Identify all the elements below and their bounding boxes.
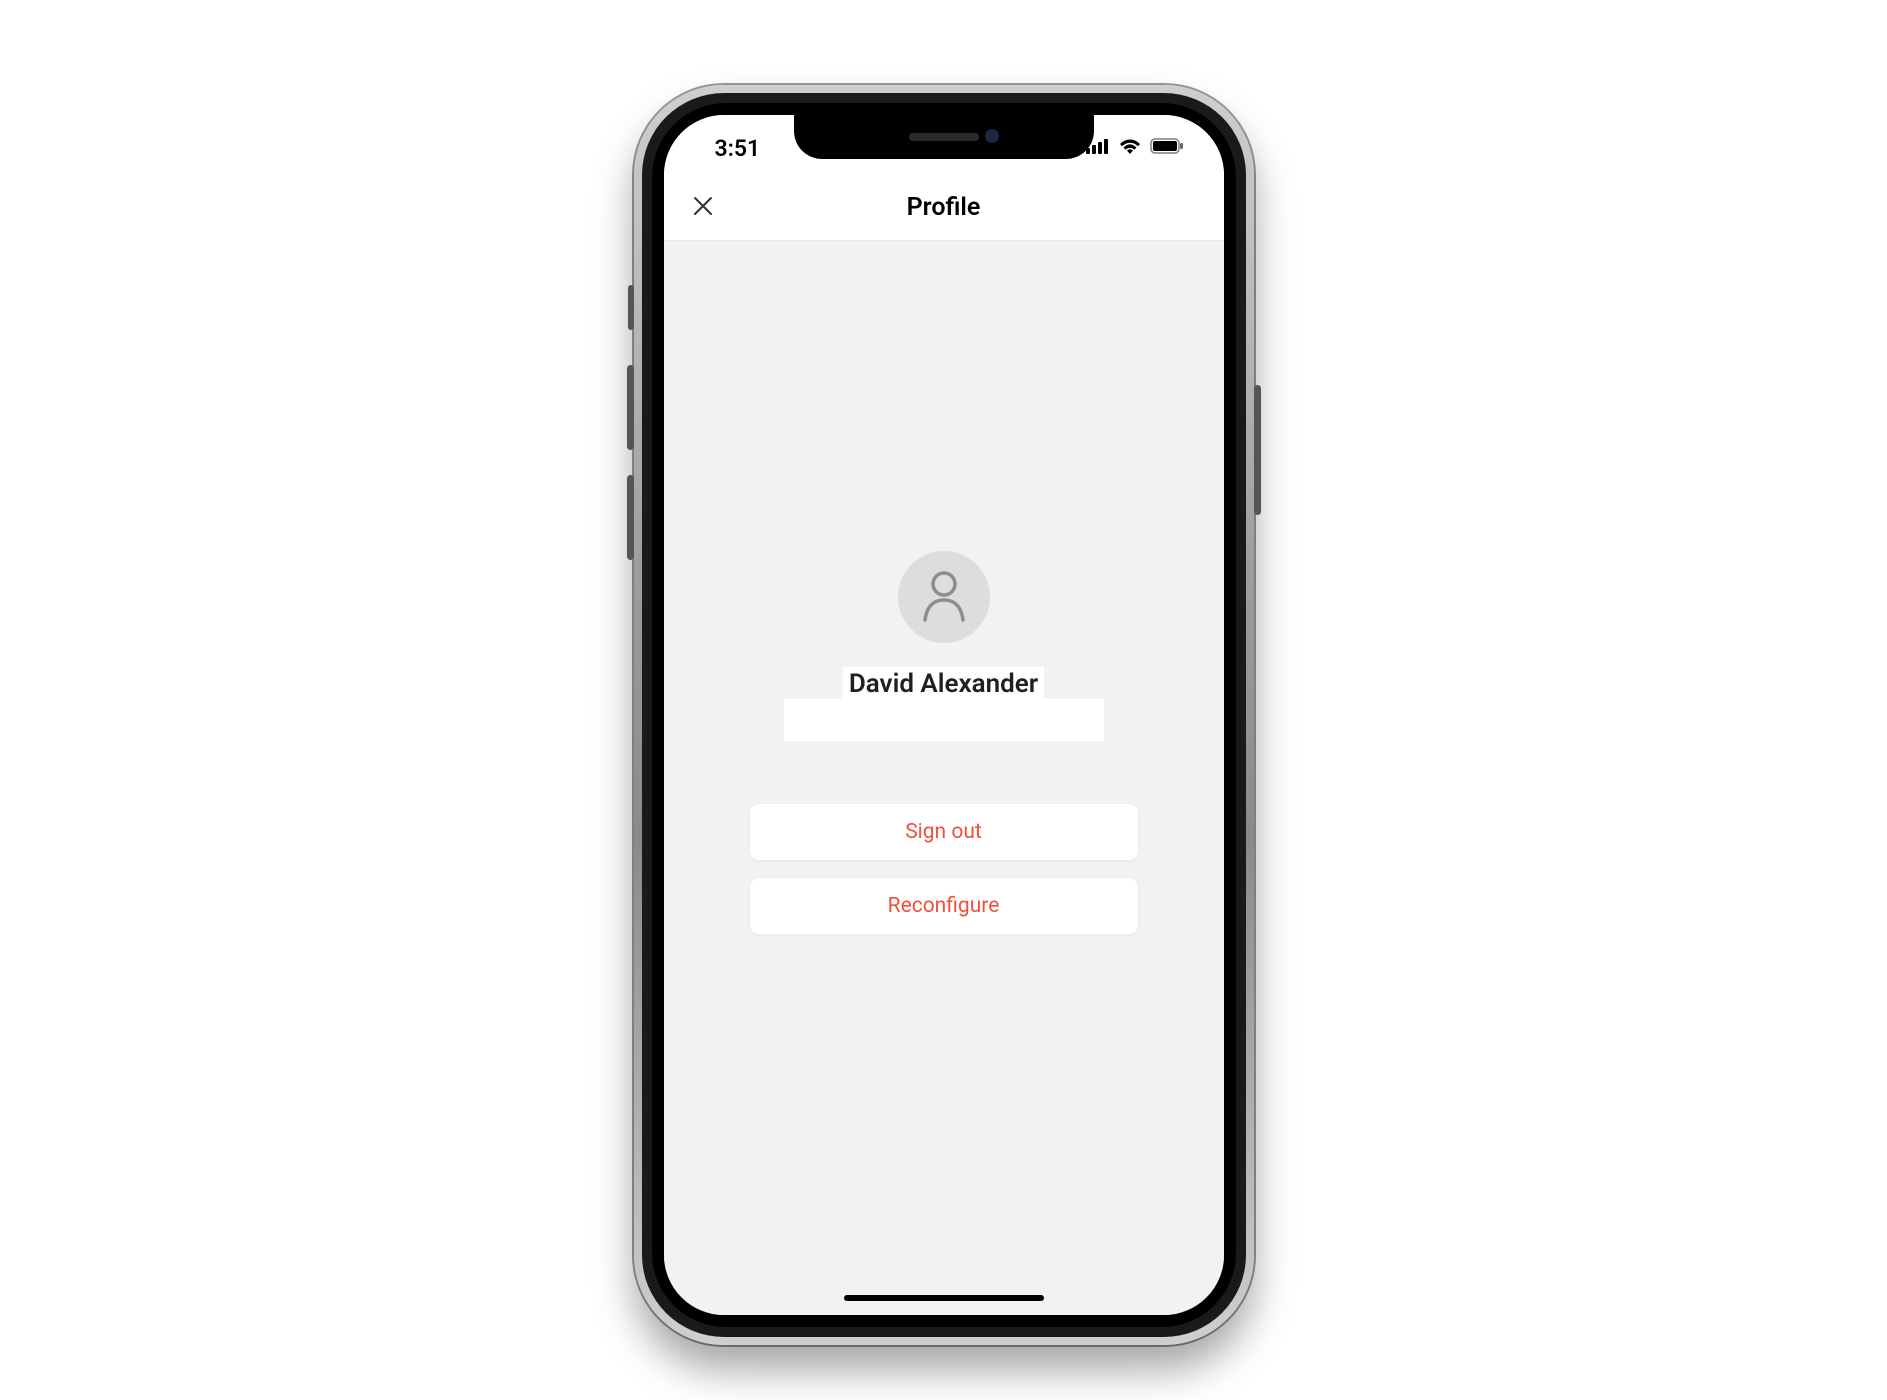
phone-frame: 3:51 xyxy=(634,85,1254,1345)
actions: Sign out Reconfigure xyxy=(749,803,1139,935)
nav-bar: Profile xyxy=(664,175,1224,241)
close-icon xyxy=(692,195,714,221)
silence-switch xyxy=(628,285,634,330)
profile-name: David Alexander xyxy=(843,667,1044,699)
status-icons xyxy=(1086,137,1184,159)
volume-up-button xyxy=(627,365,634,450)
person-icon xyxy=(919,568,969,626)
power-button xyxy=(1254,385,1261,515)
page-title: Profile xyxy=(907,193,981,222)
content: David Alexander Sign out Reconfigure xyxy=(664,241,1224,1315)
home-indicator[interactable] xyxy=(844,1295,1044,1301)
sign-out-label: Sign out xyxy=(905,820,982,844)
close-button[interactable] xyxy=(688,193,718,223)
wifi-icon xyxy=(1118,137,1142,159)
profile-subtext xyxy=(784,699,1104,741)
status-time: 3:51 xyxy=(715,135,761,162)
screen: 3:51 xyxy=(664,115,1224,1315)
reconfigure-label: Reconfigure xyxy=(888,894,1000,918)
sign-out-button[interactable]: Sign out xyxy=(749,803,1139,861)
reconfigure-button[interactable]: Reconfigure xyxy=(749,877,1139,935)
front-camera xyxy=(985,129,999,143)
avatar[interactable] xyxy=(898,551,990,643)
notch xyxy=(794,115,1094,159)
volume-down-button xyxy=(627,475,634,560)
speaker xyxy=(909,133,979,141)
battery-icon xyxy=(1150,138,1184,158)
